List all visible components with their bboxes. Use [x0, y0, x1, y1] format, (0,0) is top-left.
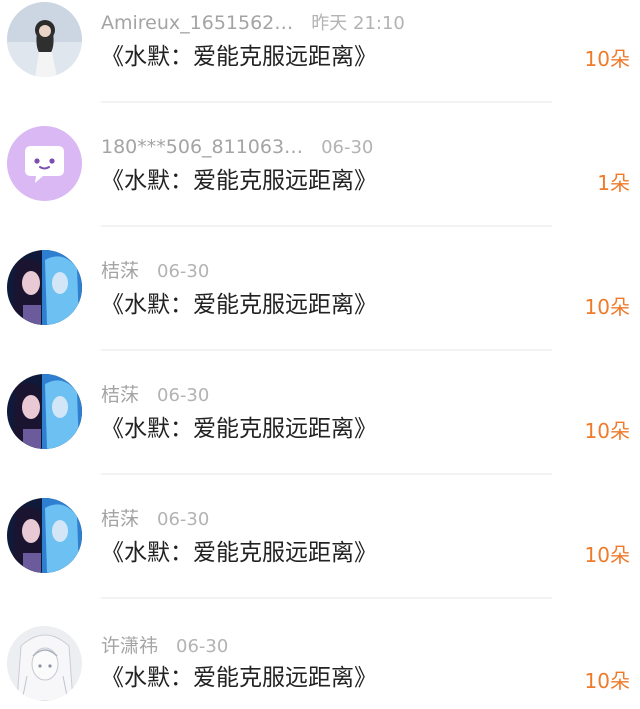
username[interactable]: 180***506_811063…	[101, 136, 303, 158]
timestamp: 06-30	[176, 636, 229, 657]
comment-title[interactable]: 《水默：爱能克服远距离》	[101, 536, 377, 570]
username[interactable]: 桔莯	[101, 384, 139, 406]
comment-meta: 桔莯 06-30	[101, 506, 209, 532]
anime-pair-icon	[7, 250, 82, 325]
girl-photo-icon	[7, 2, 82, 77]
gift-count: 10朵	[584, 47, 630, 71]
comment-meta: 桔莯 06-30	[101, 382, 209, 408]
comment-meta: 桔莯 06-30	[101, 258, 209, 284]
username[interactable]: Amireux_1651562…	[101, 12, 293, 34]
avatar[interactable]	[7, 250, 82, 325]
gift-count: 10朵	[584, 543, 630, 567]
timestamp: 06-30	[157, 261, 210, 282]
comment-title[interactable]: 《水默：爱能克服远距离》	[101, 164, 377, 198]
default-avatar-icon	[7, 126, 82, 201]
username[interactable]: 桔莯	[101, 508, 139, 530]
gift-count: 10朵	[584, 419, 630, 443]
comment-title[interactable]: 《水默：爱能克服远距离》	[101, 40, 377, 74]
divider	[101, 473, 552, 475]
gift-comment-list: Amireux_1651562… 昨天 21:10 《水默：爱能克服远距离》 10…	[0, 0, 640, 709]
gift-count: 10朵	[584, 295, 630, 319]
list-item[interactable]: Amireux_1651562… 昨天 21:10 《水默：爱能克服远距离》 10…	[0, 0, 640, 124]
comment-title[interactable]: 《水默：爱能克服远距离》	[101, 661, 377, 695]
comment-meta: 180***506_811063… 06-30	[101, 134, 373, 160]
gift-count: 1朵	[597, 171, 630, 195]
username[interactable]: 桔莯	[101, 260, 139, 282]
list-item[interactable]: 桔莯 06-30 《水默：爱能克服远距离》 10朵	[0, 248, 640, 372]
avatar[interactable]	[7, 374, 82, 449]
avatar[interactable]	[7, 626, 82, 701]
anime-pair-icon	[7, 498, 82, 573]
comment-meta: Amireux_1651562… 昨天 21:10	[101, 10, 405, 36]
list-item[interactable]: 桔莯 06-30 《水默：爱能克服远距离》 10朵	[0, 496, 640, 620]
timestamp: 06-30	[321, 137, 374, 158]
list-item[interactable]: 桔莯 06-30 《水默：爱能克服远距离》 10朵	[0, 372, 640, 496]
comment-meta: 许潇祎 06-30	[101, 633, 228, 659]
sketch-girl-icon	[7, 626, 82, 701]
divider	[101, 101, 552, 103]
timestamp: 06-30	[157, 385, 210, 406]
gift-count: 10朵	[584, 669, 630, 693]
avatar[interactable]	[7, 126, 82, 201]
divider	[101, 597, 552, 599]
divider	[101, 349, 552, 351]
list-item[interactable]: 许潇祎 06-30 《水默：爱能克服远距离》 10朵	[0, 620, 640, 709]
username[interactable]: 许潇祎	[101, 635, 158, 657]
anime-pair-icon	[7, 374, 82, 449]
avatar[interactable]	[7, 2, 82, 77]
comment-title[interactable]: 《水默：爱能克服远距离》	[101, 288, 377, 322]
avatar[interactable]	[7, 498, 82, 573]
timestamp: 06-30	[157, 509, 210, 530]
divider	[101, 225, 552, 227]
timestamp: 昨天 21:10	[311, 13, 405, 34]
list-item[interactable]: 180***506_811063… 06-30 《水默：爱能克服远距离》 1朵	[0, 124, 640, 248]
comment-title[interactable]: 《水默：爱能克服远距离》	[101, 412, 377, 446]
